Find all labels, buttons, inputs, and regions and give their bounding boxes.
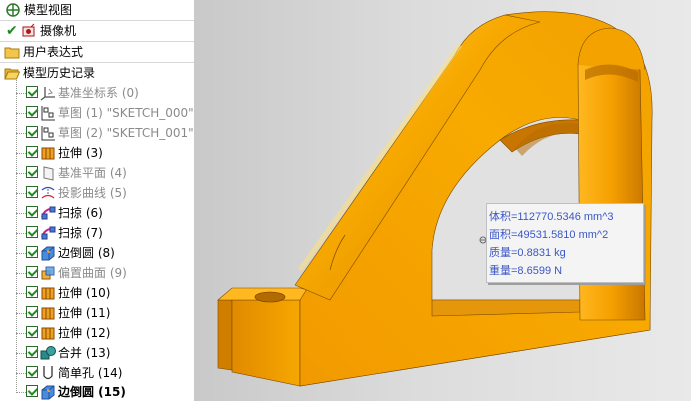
checkbox[interactable] <box>26 366 38 378</box>
tree-item-label: 偏置曲面 (9) <box>58 266 127 280</box>
checkbox[interactable] <box>26 146 38 158</box>
checkbox[interactable] <box>26 106 38 118</box>
checkbox[interactable] <box>26 266 38 278</box>
tree-item-label: 用户表达式 <box>23 45 84 59</box>
tree-item-extrude-10[interactable]: 拉伸 (10) <box>0 283 194 303</box>
tree-item-model-views[interactable]: 模型视图 <box>0 0 194 20</box>
checkbox[interactable] <box>26 346 38 358</box>
tree-item-label: 基准坐标系 (0) <box>58 86 139 100</box>
tree-item-edge-blend-8[interactable]: 边倒圆 (8) <box>0 243 194 263</box>
model-view-icon <box>6 3 20 17</box>
tree-item-label: 模型历史记录 <box>23 66 96 80</box>
tree-item-label: 草图 (2) "SKETCH_001" <box>58 126 194 140</box>
tree-item-sweep-7[interactable]: 扫掠 (7) <box>0 223 194 243</box>
tree-item-datum-csys[interactable]: 基准坐标系 (0) <box>0 83 194 103</box>
graphics-viewport[interactable]: 体积=112770.5346 mm^3 面积=49531.5810 mm^2 质… <box>195 0 691 401</box>
checkbox[interactable] <box>26 226 38 238</box>
tree-item-extrude-11[interactable]: 拉伸 (11) <box>0 303 194 323</box>
weight-value: 重量=8.6599 N <box>489 265 563 277</box>
tree-item-label: 拉伸 (3) <box>58 146 103 160</box>
tree-item-label: 投影曲线 (5) <box>58 186 127 200</box>
tree-item-extrude-12[interactable]: 拉伸 (12) <box>0 323 194 343</box>
extrude-icon <box>41 307 55 320</box>
tree-item-label: 扫掠 (7) <box>58 226 103 240</box>
checkbox[interactable] <box>26 306 38 318</box>
tree-item-label: 合并 (13) <box>58 346 111 360</box>
tree-item-project-curve[interactable]: 投影曲线 (5) <box>0 183 194 203</box>
sketch-icon <box>41 106 55 121</box>
tree-item-label: 基准平面 (4) <box>58 166 127 180</box>
check-mark-icon: ✔ <box>6 23 18 39</box>
folder-open-icon <box>4 68 20 80</box>
hole-icon <box>43 366 53 380</box>
offset-surface-icon <box>41 266 55 280</box>
checkbox[interactable] <box>26 246 38 258</box>
tree-item-label: 拉伸 (10) <box>58 286 111 300</box>
part-navigator: 模型视图 ✔ 摄像机 用户表达式 模型历史记录 基准坐标系 (0) 草图 (1)… <box>0 0 195 401</box>
edge-blend-icon <box>41 246 55 261</box>
extrude-icon <box>41 327 55 340</box>
tree-item-label: 边倒圆 (8) <box>58 246 115 260</box>
checkbox[interactable] <box>26 86 38 98</box>
tree-item-label: 扫掠 (6) <box>58 206 103 220</box>
tree-item-model-history[interactable]: 模型历史记录 <box>0 63 194 83</box>
tree-item-label: 拉伸 (12) <box>58 326 111 340</box>
tree-item-sketch-2[interactable]: 草图 (2) "SKETCH_001" <box>0 123 194 143</box>
tree-item-edge-blend-15[interactable]: 边倒圆 (15) <box>0 382 194 401</box>
tree-item-label: 草图 (1) "SKETCH_000" <box>58 106 194 120</box>
project-curve-icon <box>41 186 55 199</box>
checkbox[interactable] <box>26 385 38 397</box>
tree-item-unite-13[interactable]: 合并 (13) <box>0 343 194 363</box>
unite-icon <box>40 346 56 360</box>
extrude-icon <box>41 287 55 300</box>
tree-item-label: 拉伸 (11) <box>58 306 111 320</box>
tree-item-datum-plane[interactable]: 基准平面 (4) <box>0 163 194 183</box>
tree-item-label: 模型视图 <box>24 3 73 17</box>
folder-icon <box>4 47 20 59</box>
tree-item-offset-surface[interactable]: 偏置曲面 (9) <box>0 263 194 283</box>
tree-item-sweep-6[interactable]: 扫掠 (6) <box>0 203 194 223</box>
tree-item-label: 边倒圆 (15) <box>58 385 126 399</box>
tree-item-camera[interactable]: ✔ 摄像机 <box>0 21 194 41</box>
checkbox[interactable] <box>26 326 38 338</box>
sketch-icon <box>41 126 55 141</box>
sweep-icon <box>41 226 56 240</box>
bracket-model[interactable] <box>195 0 691 401</box>
datum-plane-icon <box>43 166 54 181</box>
tree-item-extrude-3[interactable]: 拉伸 (3) <box>0 143 194 163</box>
camera-icon <box>22 23 35 37</box>
edge-blend-icon <box>41 385 55 400</box>
checkbox[interactable] <box>26 286 38 298</box>
tree-item-sketch-1[interactable]: 草图 (1) "SKETCH_000" <box>0 103 194 123</box>
extrude-icon <box>41 147 55 160</box>
volume-value: 体积=112770.5346 mm^3 <box>489 211 614 223</box>
tree-item-user-expressions[interactable]: 用户表达式 <box>0 42 194 62</box>
mass-value: 质量=0.8831 kg <box>489 247 566 259</box>
datum-csys-icon <box>40 87 55 101</box>
area-value: 面积=49531.5810 mm^2 <box>489 229 609 241</box>
checkbox[interactable] <box>26 166 38 178</box>
tree-item-label: 简单孔 (14) <box>58 366 123 380</box>
checkbox[interactable] <box>26 186 38 198</box>
mass-properties-box: 体积=112770.5346 mm^3 面积=49531.5810 mm^2 质… <box>486 203 644 283</box>
sweep-icon <box>41 206 56 220</box>
tree-item-label: 摄像机 <box>40 24 77 38</box>
tree-item-simple-hole-14[interactable]: 简单孔 (14) <box>0 363 194 383</box>
checkbox[interactable] <box>26 206 38 218</box>
checkbox[interactable] <box>26 126 38 138</box>
